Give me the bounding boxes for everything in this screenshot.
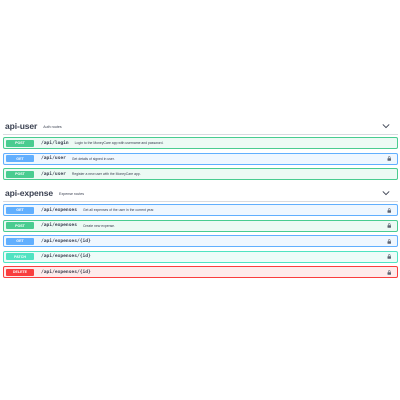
lock-icon[interactable] <box>386 254 392 260</box>
tag-section-api-expense: api-expense Expense routes GET /api/expe… <box>3 184 398 282</box>
operation-summary: Get all expenses of the user in the curr… <box>82 208 155 212</box>
tag-name: api-expense <box>5 187 54 198</box>
lock-icon[interactable] <box>386 156 392 162</box>
method-badge: POST <box>6 170 34 178</box>
operation-path: /api/user <box>41 156 66 161</box>
method-badge: GET <box>6 155 34 162</box>
method-badge: GET <box>6 237 34 245</box>
operation-path: /api/expenses/{id} <box>41 269 91 275</box>
swagger-page: api-user Auth routes POST /api/login Log… <box>0 0 400 400</box>
operation-get-expenses[interactable]: GET /api/expenses Get all expenses of th… <box>3 204 398 216</box>
operation-summary: Get details of signed in user. <box>71 156 115 161</box>
operations-list: POST /api/login Login to the MoneyCare a… <box>3 137 398 180</box>
operation-patch-expense-by-id[interactable]: PATCH /api/expenses/{id} <box>3 250 398 263</box>
method-badge: GET <box>6 206 34 214</box>
operation-post-user[interactable]: POST /api/user Register a new user with … <box>3 168 398 180</box>
tag-section-api-user: api-user Auth routes POST /api/login Log… <box>3 117 398 184</box>
operation-post-login[interactable]: POST /api/login Login to the MoneyCare a… <box>3 137 398 149</box>
method-badge: POST <box>6 222 34 229</box>
operation-path: /api/expenses <box>41 207 77 213</box>
lock-icon[interactable] <box>386 269 392 275</box>
method-badge: DELETE <box>6 268 34 276</box>
chevron-down-icon[interactable] <box>381 121 391 131</box>
operation-summary: Create new expense. <box>82 223 116 228</box>
operation-path: /api/expenses/{id} <box>41 254 91 259</box>
operation-path: /api/expenses/{id} <box>41 238 91 244</box>
operation-path: /api/user <box>41 171 66 177</box>
operation-get-expense-by-id[interactable]: GET /api/expenses/{id} <box>3 235 398 247</box>
operation-delete-expense-by-id[interactable]: DELETE /api/expenses/{id} <box>3 266 398 278</box>
tag-description: Auth routes <box>43 124 62 129</box>
operation-get-user[interactable]: GET /api/user Get details of signed in u… <box>3 152 398 165</box>
operation-summary: Register a new user with the MoneyCare a… <box>71 172 141 176</box>
operation-post-expenses[interactable]: POST /api/expenses Create new expense. <box>3 219 398 232</box>
method-badge: POST <box>6 139 34 147</box>
operation-summary: Login to the MoneyCare app with username… <box>74 141 164 145</box>
tag-name: api-user <box>5 120 38 131</box>
operation-path: /api/expenses <box>41 223 77 228</box>
operations-list: GET /api/expenses Get all expenses of th… <box>3 204 398 278</box>
lock-icon[interactable] <box>386 238 392 244</box>
lock-icon[interactable] <box>386 223 392 229</box>
tag-header-api-user[interactable]: api-user Auth routes <box>3 117 398 135</box>
lock-icon[interactable] <box>386 207 392 213</box>
tag-header-api-expense[interactable]: api-expense Expense routes <box>3 184 398 202</box>
tag-description: Expense routes <box>59 191 85 196</box>
method-badge: PATCH <box>6 253 34 260</box>
chevron-down-icon[interactable] <box>381 188 391 198</box>
operation-path: /api/login <box>41 140 69 146</box>
